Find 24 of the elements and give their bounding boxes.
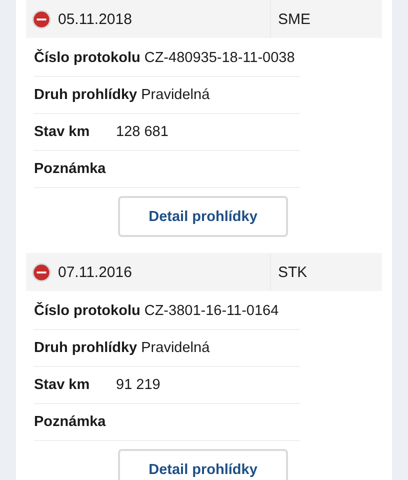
field-label: Číslo protokolu [34,50,140,66]
inspection-date: 07.11.2016 [58,264,132,280]
field-value: Pravidelná [141,340,210,356]
field-label: Druh prohlídky [34,340,138,356]
field-value: 91 219 [116,377,160,393]
collapse-icon[interactable] [32,262,51,282]
field-value: CZ-480935-18-11-0038 [144,50,295,66]
field-label: Poznámka [34,414,107,430]
inspection-type: SME [278,10,311,28]
inspection-date: 05.11.2018 [58,10,132,28]
collapse-icon[interactable] [32,10,51,28]
field-value: Pravidelná [141,87,210,103]
detail-button[interactable]: Detail prohlídky [118,196,288,237]
field-label: Stav km [34,124,91,140]
inspection-header[interactable]: 05.11.2018 SME [26,0,382,38]
field-label: Stav km [34,377,91,393]
inspection-header[interactable]: 07.11.2016 STK [26,253,382,291]
field-label: Poznámka [34,161,107,177]
field-value: 128 681 [116,124,168,140]
field-label: Číslo protokolu [34,303,140,319]
detail-button[interactable]: Detail prohlídky [118,449,288,480]
field-value: CZ-3801-16-11-0164 [144,303,279,319]
inspection-type: STK [278,264,308,280]
field-label: Druh prohlídky [34,87,138,103]
